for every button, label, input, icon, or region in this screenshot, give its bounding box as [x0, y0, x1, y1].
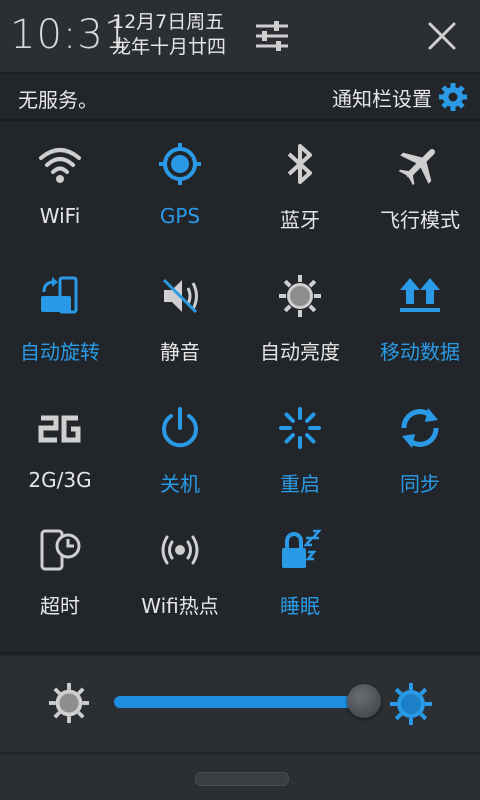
toggle-sleep[interactable]: 睡眠	[240, 522, 360, 632]
notification-settings-link[interactable]: 通知栏设置	[332, 80, 468, 114]
hotspot-icon	[161, 535, 199, 565]
toggle-label: 自动亮度	[260, 340, 340, 364]
gear-icon	[439, 83, 467, 111]
status-row: 无服务。 通知栏设置	[0, 74, 480, 120]
sliders-icon	[256, 21, 288, 51]
toggle-airplane-mode[interactable]: 飞行模式	[360, 136, 480, 246]
rotate-icon	[41, 276, 78, 314]
divider	[0, 652, 480, 654]
panel-footer	[0, 754, 480, 800]
toggle-label: Wifi热点	[141, 594, 219, 618]
toggle-mobile-data[interactable]: 移动数据	[360, 268, 480, 378]
toggle-auto-brightness[interactable]: 自动亮度	[240, 268, 360, 378]
toggle-mute[interactable]: 静音	[120, 268, 240, 378]
sleep-icon	[282, 529, 322, 568]
airplane-icon	[398, 148, 436, 186]
auto-brightness-icon	[279, 275, 321, 317]
toggle-wifi-hotspot[interactable]: Wifi热点	[120, 522, 240, 632]
service-status: 无服务。	[18, 88, 98, 112]
lunar-date-line: 龙年十月廿四	[112, 36, 227, 58]
bluetooth-icon	[287, 144, 312, 184]
toggle-wifi[interactable]: WiFi	[0, 136, 120, 246]
brightness-high-icon	[390, 683, 432, 725]
toggle-label: 同步	[400, 472, 440, 496]
notification-settings-label: 通知栏设置	[332, 86, 432, 111]
toggle-screen-timeout[interactable]: 超时	[0, 522, 120, 632]
toggle-label: 睡眠	[280, 594, 320, 618]
toggle-bluetooth[interactable]: 蓝牙	[240, 136, 360, 246]
toggle-label: GPS	[159, 204, 201, 228]
divider	[0, 119, 480, 121]
toggle-label: WiFi	[39, 204, 81, 228]
toggle-label: 重启	[280, 472, 320, 496]
restart-icon	[279, 407, 321, 449]
close-icon	[428, 22, 456, 50]
toggle-auto-rotate[interactable]: 自动旋转	[0, 268, 120, 378]
power-icon	[162, 407, 198, 448]
mobile-data-icon	[400, 278, 440, 312]
gps-icon	[159, 143, 201, 185]
brightness-slider-thumb[interactable]	[347, 684, 381, 718]
toggle-label: 关机	[160, 472, 200, 496]
toggle-label: 自动旋转	[20, 340, 100, 364]
toggle-label: 飞行模式	[380, 208, 460, 232]
toggle-gps[interactable]: GPS	[120, 136, 240, 246]
toggle-power-off[interactable]: 关机	[120, 400, 240, 510]
toggle-label: 移动数据	[380, 340, 460, 364]
brightness-slider-track[interactable]	[114, 696, 367, 708]
brightness-low-icon	[48, 682, 90, 724]
toggle-network-mode[interactable]: 2G/3G	[0, 400, 120, 510]
toggle-label: 2G/3G	[28, 468, 92, 492]
date-line: 12月7日周五	[112, 11, 225, 33]
quick-settings-button[interactable]	[252, 16, 292, 56]
toggle-label: 静音	[160, 340, 200, 364]
sync-icon	[401, 408, 439, 448]
toggle-restart[interactable]: 重启	[240, 400, 360, 510]
toggle-label: 超时	[40, 594, 80, 618]
notification-header: 10:31 12月7日周五 龙年十月廿四	[0, 0, 480, 72]
wifi-icon	[39, 148, 81, 183]
network-2g-icon	[38, 415, 81, 443]
close-button[interactable]	[422, 16, 462, 56]
drag-handle[interactable]	[195, 772, 289, 786]
date-display: 12月7日周五 龙年十月廿四	[112, 10, 226, 60]
brightness-panel	[0, 656, 480, 752]
mute-icon	[162, 278, 198, 314]
toggle-label: 蓝牙	[280, 208, 320, 232]
timeout-icon	[40, 529, 81, 571]
toggle-sync[interactable]: 同步	[360, 400, 480, 510]
